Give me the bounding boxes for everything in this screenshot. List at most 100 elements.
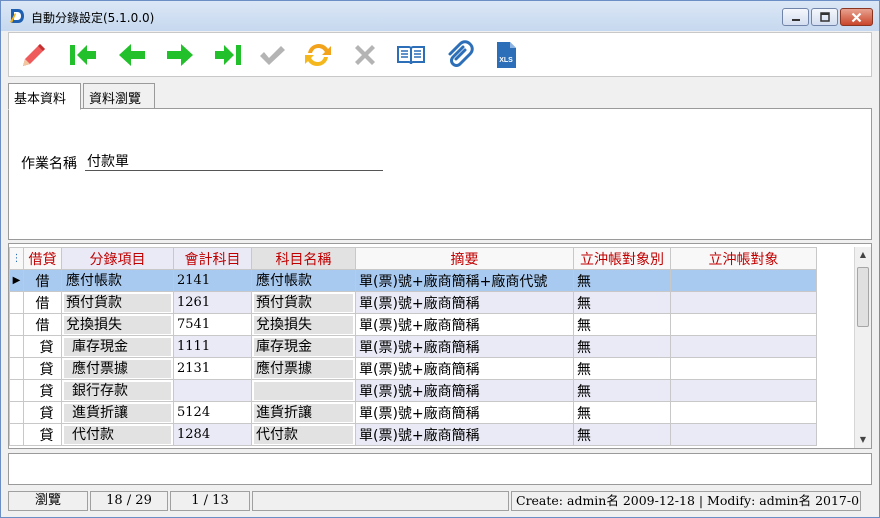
cell-debit-credit[interactable]: 貸	[23, 335, 62, 358]
cell-offset-target[interactable]	[670, 291, 817, 314]
cell-debit-credit[interactable]: 借	[23, 291, 62, 314]
cell-account-name[interactable]: 進貨折讓	[251, 401, 356, 424]
cell-offset-type[interactable]: 無	[573, 291, 671, 314]
delete-button[interactable]	[348, 38, 382, 72]
table-row[interactable]: 貸進貨折讓 5124 進貨折讓 單(票)號+廠商簡稱無	[9, 401, 817, 424]
last-record-button[interactable]	[211, 38, 245, 72]
cell-entry-item[interactable]: 兌換損失	[61, 313, 174, 336]
cell-summary[interactable]: 單(票)號+廠商簡稱	[355, 401, 574, 424]
task-name-field[interactable]: 付款單	[85, 151, 383, 171]
row-indicator[interactable]	[9, 423, 24, 446]
row-indicator[interactable]: ▶	[9, 269, 24, 292]
cell-summary[interactable]: 單(票)號+廠商簡稱	[355, 291, 574, 314]
cell-account-code[interactable]: 1261	[173, 291, 252, 314]
cell-entry-item[interactable]: 應付帳款	[61, 269, 174, 292]
maximize-button[interactable]	[811, 8, 838, 26]
cell-debit-credit[interactable]: 借	[23, 313, 62, 336]
cell-account-name[interactable]: 應付票據	[251, 357, 356, 380]
cell-offset-type[interactable]: 無	[573, 401, 671, 424]
column-header[interactable]: 科目名稱	[251, 247, 356, 270]
column-header[interactable]: 借貸	[23, 247, 62, 270]
cell-entry-item[interactable]: 進貨折讓	[61, 401, 174, 424]
cell-offset-type[interactable]: 無	[573, 379, 671, 402]
row-indicator[interactable]	[9, 357, 24, 380]
cell-account-code[interactable]: 2141	[173, 269, 252, 292]
column-header[interactable]: 分錄項目	[61, 247, 174, 270]
cell-account-name[interactable]: 應付帳款	[251, 269, 356, 292]
refresh-button[interactable]	[301, 38, 335, 72]
cell-summary[interactable]: 單(票)號+廠商簡稱	[355, 313, 574, 336]
cell-offset-type[interactable]: 無	[573, 313, 671, 336]
cell-offset-target[interactable]	[670, 401, 817, 424]
minimize-button[interactable]	[782, 8, 809, 26]
row-indicator[interactable]	[9, 313, 24, 336]
cell-account-name[interactable]	[251, 379, 356, 402]
table-row[interactable]: 借兌換損失 7541 兌換損失 單(票)號+廠商簡稱無	[9, 313, 817, 336]
title-bar[interactable]: 自動分錄設定(5.1.0.0)	[1, 1, 879, 31]
column-header[interactable]: 立沖帳對象	[670, 247, 817, 270]
table-row[interactable]: 貸代付款 1284 代付款 單(票)號+廠商簡稱無	[9, 423, 817, 446]
cell-entry-item[interactable]: 預付貨款	[61, 291, 174, 314]
prev-record-button[interactable]	[115, 38, 149, 72]
column-header[interactable]: 會計科目	[173, 247, 252, 270]
cell-account-code[interactable]: 1284	[173, 423, 252, 446]
scroll-thumb[interactable]	[857, 267, 869, 327]
table-row[interactable]: 貸應付票據 2131 應付票據 單(票)號+廠商簡稱無	[9, 357, 817, 380]
cell-offset-type[interactable]: 無	[573, 269, 671, 292]
column-header[interactable]: 立沖帳對象別	[573, 247, 671, 270]
cell-account-name[interactable]: 預付貨款	[251, 291, 356, 314]
cell-offset-type[interactable]: 無	[573, 335, 671, 358]
cell-offset-type[interactable]: 無	[573, 423, 671, 446]
cell-offset-type[interactable]: 無	[573, 357, 671, 380]
row-indicator[interactable]	[9, 335, 24, 358]
edit-button[interactable]	[17, 38, 51, 72]
cell-debit-credit[interactable]: 貸	[23, 357, 62, 380]
cell-summary[interactable]: 單(票)號+廠商簡稱	[355, 379, 574, 402]
cell-summary[interactable]: 單(票)號+廠商簡稱	[355, 357, 574, 380]
cell-account-code[interactable]: 5124	[173, 401, 252, 424]
cell-account-code[interactable]: 2131	[173, 357, 252, 380]
cell-account-code[interactable]: 7541	[173, 313, 252, 336]
attachment-button[interactable]	[442, 38, 476, 72]
row-indicator[interactable]	[9, 379, 24, 402]
tab-basic-info[interactable]: 基本資料	[8, 83, 81, 110]
cell-account-code[interactable]: 1111	[173, 335, 252, 358]
cell-entry-item[interactable]: 代付款	[61, 423, 174, 446]
cell-debit-credit[interactable]: 貸	[23, 423, 62, 446]
cell-summary[interactable]: 單(票)號+廠商簡稱	[355, 335, 574, 358]
cell-entry-item[interactable]: 應付票據	[61, 357, 174, 380]
cell-summary[interactable]: 單(票)號+廠商簡稱	[355, 423, 574, 446]
cell-debit-credit[interactable]: 貸	[23, 401, 62, 424]
scroll-down-icon[interactable]: ▼	[855, 432, 871, 448]
cell-debit-credit[interactable]: 貸	[23, 379, 62, 402]
first-record-button[interactable]	[66, 38, 100, 72]
confirm-button[interactable]	[255, 38, 289, 72]
table-row[interactable]: 貸庫存現金 1111 庫存現金 單(票)號+廠商簡稱無	[9, 335, 817, 358]
cell-offset-target[interactable]	[670, 269, 817, 292]
tab-data-browse[interactable]: 資料瀏覽	[83, 83, 155, 109]
cell-entry-item[interactable]: 庫存現金	[61, 335, 174, 358]
cell-account-name[interactable]: 代付款	[251, 423, 356, 446]
cell-offset-target[interactable]	[670, 313, 817, 336]
cell-summary[interactable]: 單(票)號+廠商簡稱+廠商代號	[355, 269, 574, 292]
cell-debit-credit[interactable]: 借	[23, 269, 62, 292]
scroll-up-icon[interactable]: ▲	[855, 247, 871, 263]
next-record-button[interactable]	[163, 38, 197, 72]
close-button[interactable]	[840, 8, 873, 26]
book-button[interactable]	[394, 38, 428, 72]
table-row[interactable]: 借預付貨款 1261 預付貨款 單(票)號+廠商簡稱無	[9, 291, 817, 314]
xls-export-button[interactable]: XLS	[489, 38, 523, 72]
cell-account-name[interactable]: 兌換損失	[251, 313, 356, 336]
table-row[interactable]: ▶ 借應付帳款 2141 應付帳款 單(票)號+廠商簡稱+廠商代號無	[9, 269, 817, 292]
vertical-scrollbar[interactable]: ▲ ▼	[854, 247, 871, 448]
row-indicator[interactable]	[9, 401, 24, 424]
cell-offset-target[interactable]	[670, 335, 817, 358]
cell-offset-target[interactable]	[670, 357, 817, 380]
cell-entry-item[interactable]: 銀行存款	[61, 379, 174, 402]
cell-account-name[interactable]: 庫存現金	[251, 335, 356, 358]
cell-account-code[interactable]	[173, 379, 252, 402]
cell-offset-target[interactable]	[670, 379, 817, 402]
row-indicator[interactable]	[9, 291, 24, 314]
cell-offset-target[interactable]	[670, 423, 817, 446]
table-row[interactable]: 貸銀行存款 單(票)號+廠商簡稱無	[9, 379, 817, 402]
